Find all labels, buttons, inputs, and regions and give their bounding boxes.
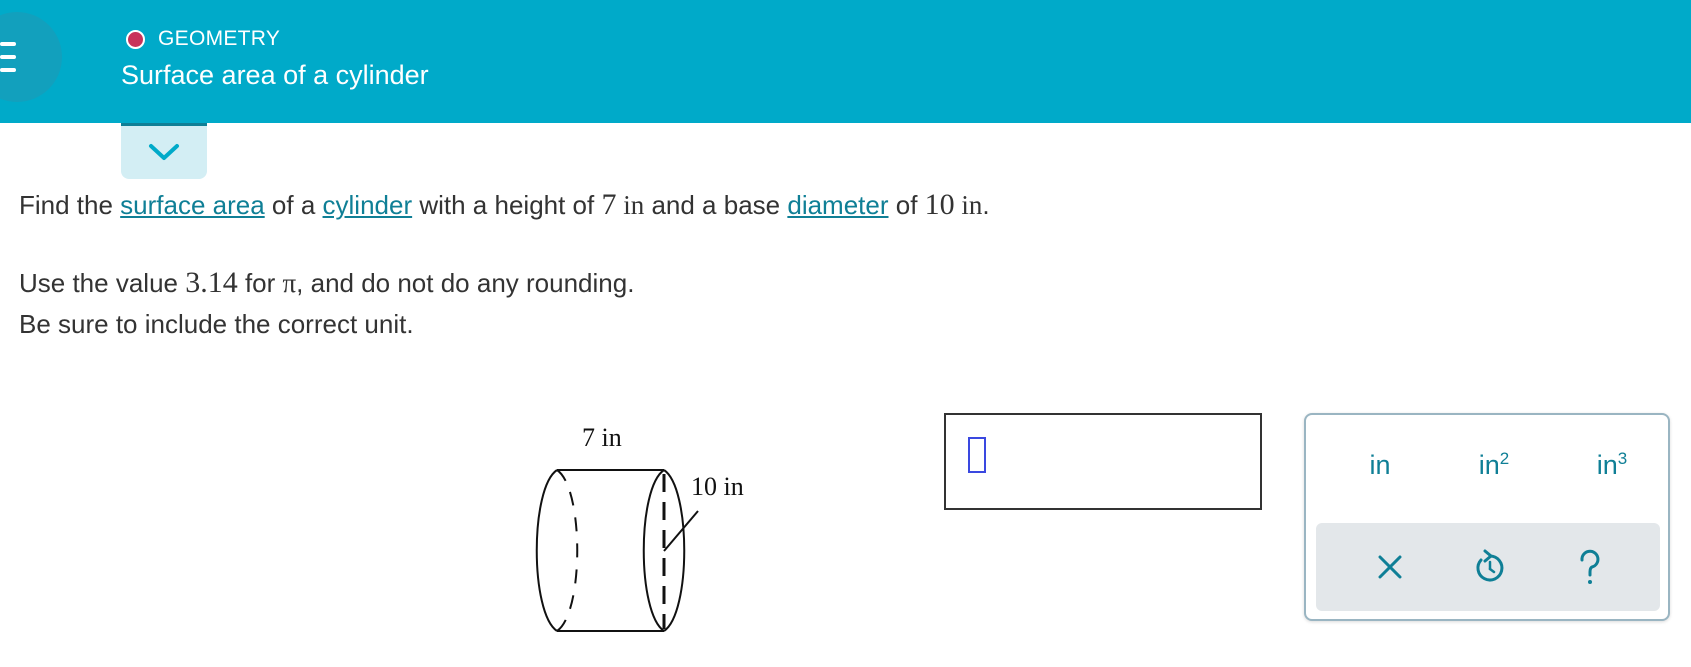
question-text: of [888,190,925,220]
answer-placeholder-box [968,437,986,473]
pi-value: 3.14 [185,266,238,299]
surface-area-link[interactable]: surface area [120,190,265,220]
help-icon [1580,549,1600,584]
unit-label: in [1596,450,1618,480]
question-text: Use the value [19,268,186,298]
undo-button[interactable] [1468,545,1512,589]
question-text: of a [264,190,323,220]
diameter-value: 10 [924,188,955,221]
question-line-2: Use the value 3.14 for π, and do not do … [19,266,634,300]
unit-exponent: 2 [1499,449,1510,468]
page-title: Surface area of a cylinder [121,60,429,90]
height-unit: in [616,190,645,220]
menu-icon-bar [0,55,16,59]
unit-in2-button[interactable]: in2 [1454,449,1534,489]
unit-label: in [1478,450,1500,480]
unit-label: in [1369,450,1391,480]
topic-label: GEOMETRY [158,27,281,50]
diameter-unit: in [954,190,983,220]
chevron-down-icon [149,144,179,160]
clear-button[interactable] [1368,545,1412,589]
unit-keypad: in in2 in3 [1304,413,1670,621]
question-text: for [237,268,283,298]
clear-icon [1378,555,1402,579]
cylinder-figure: 7 in 10 in [535,423,744,632]
question-text: with a height of [412,190,602,220]
topic-status-icon [126,29,145,49]
question-text: and a base [644,190,788,220]
undo-icon [1476,549,1504,582]
question-text: , and do not do any rounding. [296,268,635,298]
left-base-front [535,469,558,632]
question-line-1: Find the surface area of a cylinder with… [19,188,990,222]
help-button[interactable] [1568,545,1612,589]
question-text: . [982,190,990,220]
keypad-tools [1316,523,1660,611]
right-base-back [642,469,665,632]
left-base-hidden [556,469,579,632]
height-value: 7 [601,188,617,221]
menu-icon [0,42,16,46]
unit-in3-button[interactable]: in3 [1572,449,1652,489]
right-base-front [663,469,686,632]
menu-icon-bar [0,68,16,72]
unit-in-button[interactable]: in [1340,449,1420,489]
diameter-label: 10 in [691,472,744,501]
answer-input[interactable] [944,413,1262,510]
question-line-3: Be sure to include the correct unit. [19,309,414,339]
question-text: Find the [19,190,121,220]
unit-exponent: 3 [1617,449,1628,468]
height-label: 7 in [582,423,622,452]
diameter-leader-line [663,510,699,552]
pi-symbol: π [282,268,297,298]
cylinder-link[interactable]: cylinder [323,190,413,220]
collapse-toggle-button[interactable] [121,123,207,179]
menu-button[interactable] [0,12,62,102]
diameter-link[interactable]: diameter [787,190,888,220]
topic-row: GEOMETRY [126,26,280,52]
header-bar: GEOMETRY Surface area of a cylinder [0,0,1691,123]
